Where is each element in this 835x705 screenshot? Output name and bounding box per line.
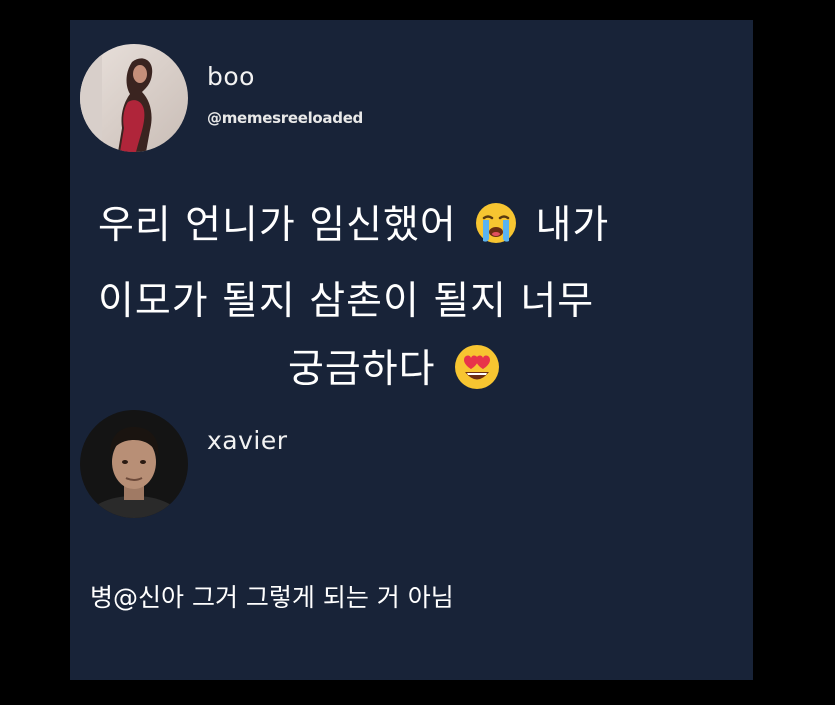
xavier-avatar[interactable] bbox=[80, 410, 188, 518]
reply-text-start: 병 bbox=[90, 583, 114, 612]
post-line-3-text: 궁금하다 bbox=[288, 347, 436, 392]
post-line-1-text-end: 내가 bbox=[535, 203, 610, 248]
reply-text-end: 신아 그거 그렇게 되는 거 아님 bbox=[138, 583, 454, 612]
heart-eyes-face-icon bbox=[453, 343, 501, 401]
post-author-handle[interactable]: @memesreeloaded bbox=[207, 109, 363, 127]
reply-author-name[interactable]: xavier bbox=[207, 426, 288, 455]
boo-avatar[interactable] bbox=[80, 44, 188, 152]
post-text-line-1: 우리 언니가 임신했어 내가 bbox=[98, 194, 609, 255]
post-card: boo @memesreeloaded 우리 언니가 임신했어 내가 이모가 될… bbox=[70, 20, 753, 680]
reply-text: 병@신아 그거 그렇게 되는 거 아님 bbox=[90, 578, 454, 614]
handle-text: memesreeloaded bbox=[221, 109, 364, 127]
post-line-1-text: 우리 언니가 임신했어 bbox=[98, 203, 457, 248]
post-author-name[interactable]: boo bbox=[207, 62, 255, 91]
handle-at-symbol: @ bbox=[207, 109, 222, 127]
loudly-crying-face-icon bbox=[474, 201, 518, 255]
post-text-line-3: 궁금하다 bbox=[288, 338, 505, 401]
post-text-line-2: 이모가 될지 삼촌이 될지 너무 bbox=[98, 270, 594, 326]
reply-at-symbol: @ bbox=[113, 583, 139, 612]
post-line-2-text: 이모가 될지 삼촌이 될지 너무 bbox=[98, 279, 595, 324]
